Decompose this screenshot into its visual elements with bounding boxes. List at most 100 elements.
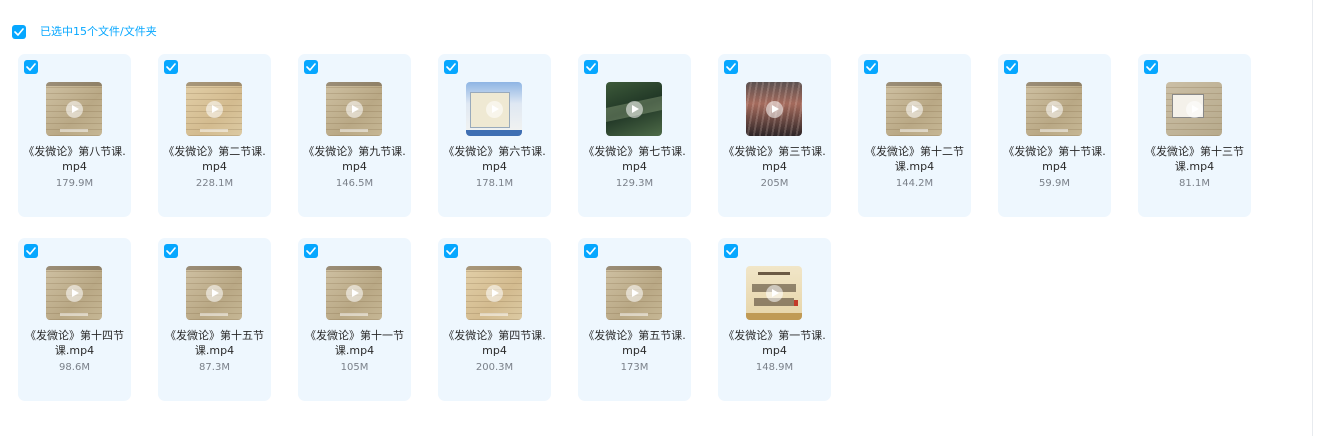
file-size: 146.5M	[335, 178, 374, 189]
play-icon	[485, 284, 503, 302]
file-card[interactable]: 《发微论》第二节课.mp4 228.1M	[158, 54, 271, 217]
checkmark-icon	[14, 28, 24, 36]
file-name: 《发微论》第四节课.mp4	[443, 329, 546, 357]
video-thumbnail[interactable]	[886, 82, 942, 136]
play-icon	[485, 100, 503, 118]
file-size: 178.1M	[475, 178, 514, 189]
file-size: 200.3M	[475, 362, 514, 373]
checkmark-icon	[306, 247, 316, 255]
file-name: 《发微论》第九节课.mp4	[303, 145, 406, 173]
play-icon	[205, 100, 223, 118]
file-card[interactable]: 《发微论》第十节课.mp4 59.9M	[998, 54, 1111, 217]
file-name: 《发微论》第十三节课.mp4	[1145, 145, 1244, 173]
file-card[interactable]: 《发微论》第十三节课.mp4 81.1M	[1138, 54, 1251, 217]
file-checkbox[interactable]	[444, 60, 458, 74]
file-checkbox[interactable]	[724, 244, 738, 258]
file-card[interactable]: 《发微论》第七节课.mp4 129.3M	[578, 54, 691, 217]
file-size: 129.3M	[615, 178, 654, 189]
select-all-checkbox[interactable]	[12, 25, 26, 39]
video-thumbnail[interactable]	[1166, 82, 1222, 136]
file-checkbox[interactable]	[1004, 60, 1018, 74]
play-icon	[205, 284, 223, 302]
video-thumbnail[interactable]	[46, 266, 102, 320]
file-name: 《发微论》第十二节课.mp4	[865, 145, 964, 173]
file-name: 《发微论》第六节课.mp4	[443, 145, 546, 173]
file-name: 《发微论》第三节课.mp4	[723, 145, 826, 173]
video-thumbnail[interactable]	[46, 82, 102, 136]
file-card[interactable]: 《发微论》第九节课.mp4 146.5M	[298, 54, 411, 217]
checkmark-icon	[26, 247, 36, 255]
file-checkbox[interactable]	[584, 244, 598, 258]
checkmark-icon	[726, 247, 736, 255]
file-card[interactable]: 《发微论》第十一节课.mp4 105M	[298, 238, 411, 401]
scrollbar-divider	[1312, 0, 1313, 436]
play-icon	[345, 284, 363, 302]
file-name: 《发微论》第八节课.mp4	[23, 145, 126, 173]
play-icon	[625, 100, 643, 118]
file-card[interactable]: 《发微论》第十四节课.mp4 98.6M	[18, 238, 131, 401]
file-card[interactable]: 《发微论》第十五节课.mp4 87.3M	[158, 238, 271, 401]
file-card[interactable]: 《发微论》第五节课.mp4 173M	[578, 238, 691, 401]
play-icon	[765, 284, 783, 302]
video-thumbnail[interactable]	[466, 266, 522, 320]
video-thumbnail[interactable]	[606, 266, 662, 320]
file-checkbox[interactable]	[164, 244, 178, 258]
file-checkbox[interactable]	[584, 60, 598, 74]
video-thumbnail[interactable]	[466, 82, 522, 136]
file-card[interactable]: 《发微论》第八节课.mp4 179.9M	[18, 54, 131, 217]
file-checkbox[interactable]	[304, 244, 318, 258]
checkmark-icon	[166, 63, 176, 71]
play-icon	[1185, 100, 1203, 118]
file-size: 105M	[340, 362, 369, 373]
selection-count-text: 已选中15个文件/文件夹	[40, 25, 157, 38]
video-thumbnail[interactable]	[326, 82, 382, 136]
file-size: 81.1M	[1179, 178, 1210, 189]
file-checkbox[interactable]	[864, 60, 878, 74]
file-checkbox[interactable]	[444, 244, 458, 258]
checkmark-icon	[166, 247, 176, 255]
video-thumbnail[interactable]	[746, 82, 802, 136]
play-icon	[765, 100, 783, 118]
file-name: 《发微论》第十五节课.mp4	[165, 329, 264, 357]
file-card[interactable]: 《发微论》第三节课.mp4 205M	[718, 54, 831, 217]
file-card[interactable]: 《发微论》第六节课.mp4 178.1M	[438, 54, 551, 217]
checkmark-icon	[1146, 63, 1156, 71]
checkmark-icon	[586, 63, 596, 71]
checkmark-icon	[446, 63, 456, 71]
file-name: 《发微论》第七节课.mp4	[583, 145, 686, 173]
video-thumbnail[interactable]	[606, 82, 662, 136]
file-size: 228.1M	[195, 178, 234, 189]
file-card[interactable]: 《发微论》第一节课.mp4 148.9M	[718, 238, 831, 401]
checkmark-icon	[1006, 63, 1016, 71]
checkmark-icon	[866, 63, 876, 71]
file-card[interactable]: 《发微论》第四节课.mp4 200.3M	[438, 238, 551, 401]
file-checkbox[interactable]	[724, 60, 738, 74]
play-icon	[345, 100, 363, 118]
video-thumbnail[interactable]	[1026, 82, 1082, 136]
file-checkbox[interactable]	[24, 60, 38, 74]
file-size: 173M	[620, 362, 649, 373]
file-size: 59.9M	[1039, 178, 1070, 189]
file-size: 98.6M	[59, 362, 90, 373]
checkmark-icon	[446, 247, 456, 255]
file-checkbox[interactable]	[304, 60, 318, 74]
video-thumbnail[interactable]	[186, 266, 242, 320]
file-checkbox[interactable]	[1144, 60, 1158, 74]
file-checkbox[interactable]	[24, 244, 38, 258]
file-card[interactable]: 《发微论》第十二节课.mp4 144.2M	[858, 54, 971, 217]
checkmark-icon	[586, 247, 596, 255]
play-icon	[625, 284, 643, 302]
video-thumbnail[interactable]	[326, 266, 382, 320]
file-name: 《发微论》第十节课.mp4	[1003, 145, 1106, 173]
select-all-bar: 已选中15个文件/文件夹	[12, 25, 157, 39]
checkmark-icon	[306, 63, 316, 71]
file-checkbox[interactable]	[164, 60, 178, 74]
file-name: 《发微论》第一节课.mp4	[723, 329, 826, 357]
checkmark-icon	[26, 63, 36, 71]
video-thumbnail[interactable]	[186, 82, 242, 136]
play-icon	[65, 100, 83, 118]
file-name: 《发微论》第十一节课.mp4	[305, 329, 404, 357]
file-size: 179.9M	[55, 178, 94, 189]
play-icon	[65, 284, 83, 302]
video-thumbnail[interactable]	[746, 266, 802, 320]
